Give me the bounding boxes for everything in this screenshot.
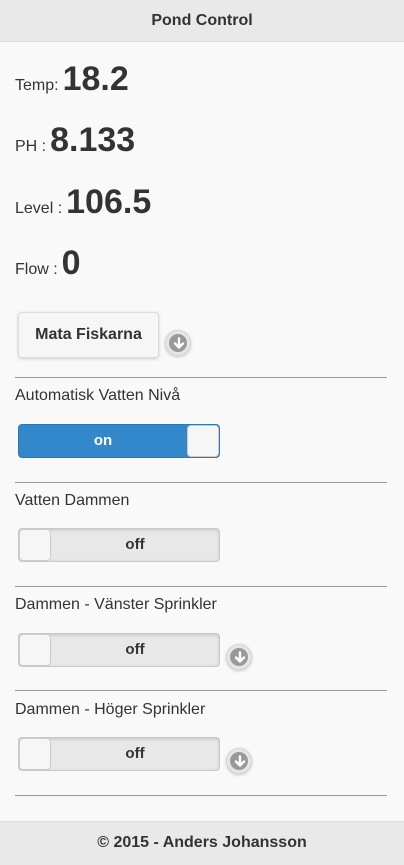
flow-value: 0 xyxy=(61,244,81,282)
auto-water-level-toggle[interactable]: on xyxy=(18,424,220,458)
pond-water-label: Vatten Dammen xyxy=(15,492,130,509)
divider xyxy=(15,482,387,483)
toggle-state: off xyxy=(125,536,145,553)
right-sprinkler-toggle[interactable]: off xyxy=(18,737,220,771)
level-reading: Level :106.5 xyxy=(15,183,151,222)
left-sprinkler-toggle[interactable]: off xyxy=(18,633,220,667)
copyright-text: © 2015 - Anders Johansson xyxy=(97,834,307,851)
arrow-down-icon xyxy=(234,651,246,663)
level-label: Level : xyxy=(15,200,63,217)
toggle-thumb[interactable] xyxy=(19,634,51,666)
arrow-down-icon xyxy=(173,337,185,349)
toggle-state: off xyxy=(125,641,145,658)
page-footer: © 2015 - Anders Johansson xyxy=(0,821,404,865)
temp-value: 18.2 xyxy=(62,60,129,98)
ph-value: 8.133 xyxy=(50,121,136,159)
toggle-thumb[interactable] xyxy=(19,738,51,770)
auto-water-level-label: Automatisk Vatten Nivå xyxy=(15,387,181,404)
toggle-thumb[interactable] xyxy=(19,529,51,561)
feed-fish-button[interactable]: Mata Fiskarna xyxy=(18,312,159,358)
toggle-thumb[interactable] xyxy=(187,425,219,457)
left-sprinkler-label: Dammen - Vänster Sprinkler xyxy=(15,596,217,613)
ph-reading: PH :8.133 xyxy=(15,121,135,160)
right-sprinkler-label: Dammen - Höger Sprinkler xyxy=(15,701,206,718)
feed-expand-button[interactable] xyxy=(165,330,191,356)
ph-label: PH : xyxy=(15,138,47,155)
arrow-down-icon xyxy=(234,755,246,767)
left-sprinkler-expand-button[interactable] xyxy=(226,644,252,670)
right-sprinkler-expand-button[interactable] xyxy=(226,748,252,774)
temp-reading: Temp: 18.2 xyxy=(15,60,129,99)
divider xyxy=(15,377,387,378)
page-header: Pond Control xyxy=(0,0,404,42)
flow-reading: Flow :0 xyxy=(15,244,81,283)
toggle-state: on xyxy=(93,432,113,449)
level-value: 106.5 xyxy=(66,183,152,221)
divider xyxy=(15,690,387,691)
toggle-state: off xyxy=(125,745,145,762)
pond-water-toggle[interactable]: off xyxy=(18,528,220,562)
flow-label: Flow : xyxy=(15,261,58,278)
divider xyxy=(15,586,387,587)
divider xyxy=(15,795,387,796)
temp-label: Temp: xyxy=(15,77,59,94)
page-title: Pond Control xyxy=(151,12,253,29)
